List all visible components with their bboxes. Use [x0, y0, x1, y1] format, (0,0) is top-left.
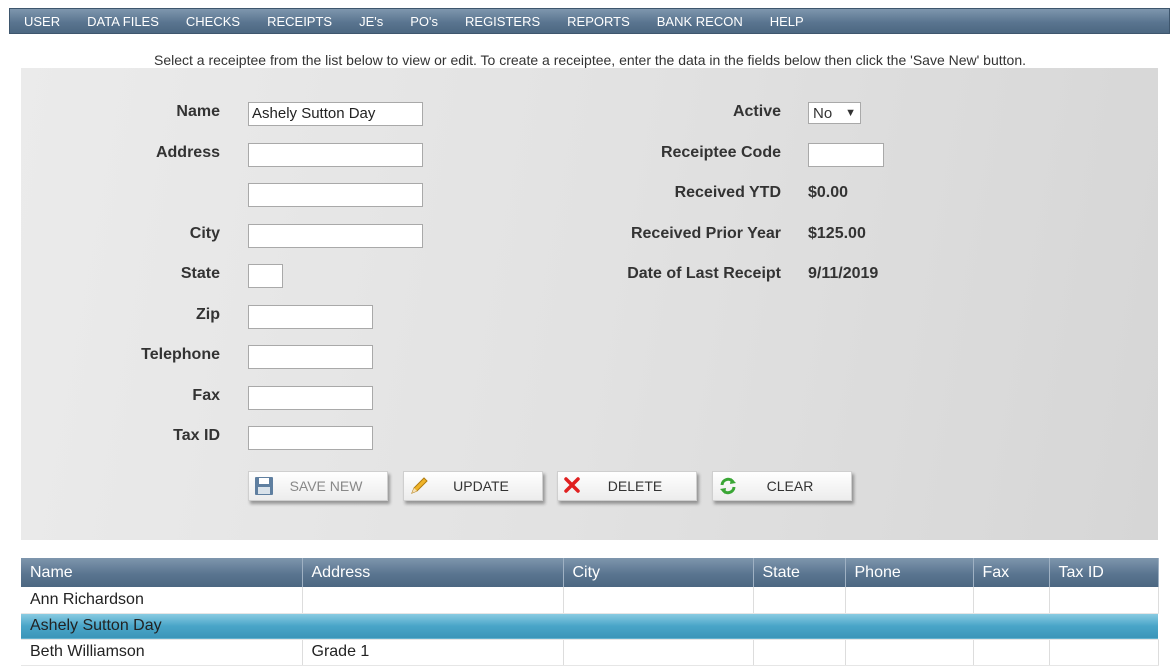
address-line1-input[interactable] [248, 143, 423, 167]
receiptee-code-label: Receiptee Code [660, 144, 781, 161]
clear-label: CLEAR [766, 478, 814, 494]
zip-label: Zip [196, 306, 220, 323]
save-new-button[interactable]: SAVE NEW [248, 471, 388, 501]
fax-label: Fax [192, 387, 220, 404]
taxid-input[interactable] [248, 426, 373, 450]
delete-label: DELETE [607, 478, 663, 494]
city-input[interactable] [248, 224, 423, 248]
refresh-icon [717, 475, 739, 497]
menu-checks[interactable]: CHECKS [186, 14, 240, 29]
active-select[interactable]: No ▼ [808, 102, 861, 124]
save-new-label: SAVE NEW [289, 478, 363, 494]
received-prior-year-value: $125.00 [808, 225, 866, 242]
name-input[interactable]: Ashely Sutton Day [248, 102, 423, 126]
floppy-disk-icon [253, 475, 275, 497]
menu-help[interactable]: HELP [770, 14, 804, 29]
date-last-receipt-label: Date of Last Receipt [627, 265, 781, 282]
address-label: Address [155, 144, 220, 161]
pencil-icon [408, 475, 430, 497]
cell-state [753, 639, 846, 666]
instruction-text: Select a receiptee from the list below t… [153, 52, 1026, 68]
table-header-row: Name Address City State Phone Fax Tax ID [21, 558, 1159, 587]
taxid-label: Tax ID [173, 427, 220, 444]
cell-taxid [1049, 639, 1159, 666]
name-label: Name [176, 103, 220, 120]
receiptee-code-input[interactable] [808, 143, 884, 167]
cell-fax [973, 613, 1049, 640]
clear-button[interactable]: CLEAR [712, 471, 852, 501]
col-header-city[interactable]: City [563, 558, 754, 587]
cell-fax [973, 639, 1050, 666]
telephone-label: Telephone [141, 346, 220, 363]
cell-phone [845, 613, 973, 640]
cell-address [302, 613, 563, 640]
fax-input[interactable] [248, 386, 373, 410]
cell-state [753, 613, 845, 640]
cell-phone [845, 639, 974, 666]
col-header-fax[interactable]: Fax [973, 558, 1050, 587]
menu-reports[interactable]: REPORTS [567, 14, 630, 29]
cell-name: Ashely Sutton Day [21, 613, 302, 640]
cell-city [563, 587, 754, 614]
menu-pos[interactable]: PO's [410, 14, 438, 29]
cell-taxid [1049, 587, 1159, 614]
received-prior-year-label: Received Prior Year [630, 225, 781, 242]
cell-taxid [1049, 613, 1158, 640]
menu-receipts[interactable]: RECEIPTS [267, 14, 332, 29]
cell-state [753, 587, 846, 614]
main-menu-bar: USER DATA FILES CHECKS RECEIPTS JE's PO'… [9, 8, 1170, 34]
chevron-down-icon: ▼ [845, 107, 856, 119]
col-header-phone[interactable]: Phone [845, 558, 974, 587]
date-last-receipt-value: 9/11/2019 [808, 265, 879, 282]
col-header-taxid[interactable]: Tax ID [1049, 558, 1159, 587]
received-ytd-value: $0.00 [808, 184, 849, 201]
col-header-state[interactable]: State [753, 558, 846, 587]
receiptee-table: Name Address City State Phone Fax Tax ID… [21, 558, 1159, 666]
col-header-name[interactable]: Name [21, 558, 303, 587]
address-line2-input[interactable] [248, 183, 423, 207]
cell-city [563, 613, 753, 640]
cell-address [302, 587, 564, 614]
cell-address: Grade 1 [302, 639, 564, 666]
received-ytd-label: Received YTD [674, 184, 781, 201]
menu-data-files[interactable]: DATA FILES [87, 14, 159, 29]
menu-registers[interactable]: REGISTERS [465, 14, 540, 29]
city-label: City [189, 225, 220, 242]
menu-jes[interactable]: JE's [359, 14, 383, 29]
col-header-address[interactable]: Address [302, 558, 564, 587]
cell-phone [845, 587, 974, 614]
telephone-input[interactable] [248, 345, 373, 369]
menu-user[interactable]: USER [24, 14, 60, 29]
cell-name: Beth Williamson [21, 639, 303, 666]
cell-name: Ann Richardson [21, 587, 303, 614]
red-x-icon [562, 475, 584, 497]
active-select-value: No [813, 104, 833, 122]
state-input[interactable] [248, 264, 283, 288]
cell-fax [973, 587, 1050, 614]
active-label: Active [732, 103, 781, 120]
menu-bank-recon[interactable]: BANK RECON [657, 14, 743, 29]
table-row[interactable]: Ann Richardson [21, 587, 1159, 614]
zip-input[interactable] [248, 305, 373, 329]
receiptee-form-panel: Name Address City State Zip Telephone Fa… [21, 68, 1158, 540]
state-label: State [180, 265, 220, 282]
table-row-selected[interactable]: Ashely Sutton Day [21, 613, 1158, 640]
update-label: UPDATE [453, 478, 509, 494]
cell-city [563, 639, 754, 666]
delete-button[interactable]: DELETE [557, 471, 697, 501]
update-button[interactable]: UPDATE [403, 471, 543, 501]
table-row[interactable]: Beth Williamson Grade 1 [21, 639, 1159, 666]
